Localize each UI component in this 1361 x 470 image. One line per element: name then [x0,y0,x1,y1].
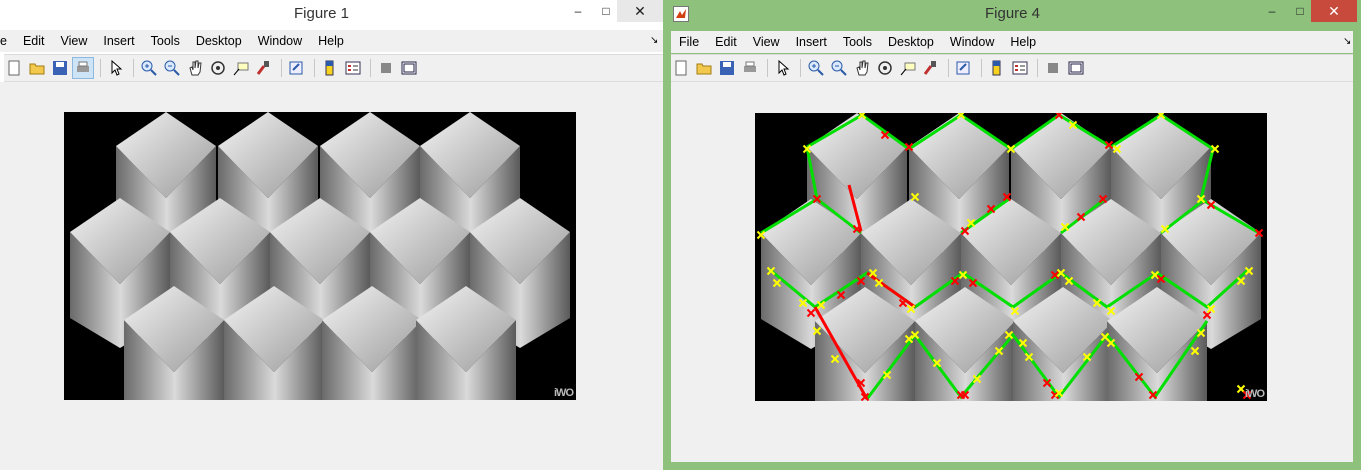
menu-insert[interactable]: Insert [95,34,142,48]
show-plot-tools-icon[interactable] [399,58,419,78]
window-title: Figure 1 [294,5,350,22]
menu-view[interactable]: View [745,35,788,49]
menu-edit[interactable]: Edit [15,34,53,48]
print-icon[interactable] [740,58,760,78]
menu-view[interactable]: View [53,34,96,48]
cubes-image-with-edges [756,113,1264,401]
menu-help[interactable]: Help [310,34,352,48]
menu-desktop[interactable]: Desktop [188,34,250,48]
save-icon[interactable] [717,58,737,78]
open-file-icon[interactable] [27,58,47,78]
toolbar-separator [948,59,949,77]
toolbar-separator [1037,59,1038,77]
legend-icon[interactable] [343,58,363,78]
brush-icon[interactable] [254,58,274,78]
cubes-image [70,112,570,400]
watermark-logo: iWO [554,387,574,399]
menu-file[interactable]: File [671,35,707,49]
figure-toolbar [671,54,1353,82]
figure-area: iWO [0,82,663,470]
figure-1-window: Figure 1 – □ ✕ e Edit View Insert Tools … [0,0,663,470]
title-bar[interactable]: Figure 1 – □ ✕ [0,0,663,28]
brush-icon[interactable] [921,58,941,78]
pan-icon[interactable] [852,58,872,78]
link-plot-icon[interactable] [287,58,307,78]
image-axes[interactable]: iWO [755,113,1267,401]
dock-figure-icon[interactable]: ↘ [650,35,658,46]
watermark-logo: iWO [1245,388,1265,400]
hide-plot-tools-icon[interactable] [376,58,396,78]
close-button[interactable]: ✕ [1311,0,1357,22]
rotate-3d-icon[interactable] [208,58,228,78]
dock-figure-icon[interactable]: ↘ [1343,36,1351,47]
hide-plot-tools-icon[interactable] [1043,58,1063,78]
open-file-icon[interactable] [694,58,714,78]
menu-tools[interactable]: Tools [143,34,188,48]
window-title: Figure 4 [985,5,1041,22]
corner-marker [1236,384,1246,394]
new-figure-icon[interactable] [671,58,691,78]
toolbar-separator [314,59,315,77]
zoom-out-icon[interactable] [162,58,182,78]
figure-4-window: Figure 4 – □ ✕ File Edit View Insert Too… [663,0,1361,470]
toolbar-separator [133,59,134,77]
toolbar-separator [800,59,801,77]
pointer-icon[interactable] [106,58,126,78]
image-axes[interactable]: iWO [64,112,576,400]
show-plot-tools-icon[interactable] [1066,58,1086,78]
legend-icon[interactable] [1010,58,1030,78]
toolbar-separator [981,59,982,77]
zoom-out-icon[interactable] [829,58,849,78]
rotate-3d-icon[interactable] [875,58,895,78]
menu-bar: e Edit View Insert Tools Desktop Window … [0,30,663,52]
title-bar[interactable]: Figure 4 – □ ✕ [663,0,1361,28]
toolbar-separator [370,59,371,77]
data-cursor-icon[interactable] [898,58,918,78]
menu-file[interactable]: e [0,34,15,48]
figure-area: iWO [671,82,1353,462]
save-icon[interactable] [50,58,70,78]
colorbar-icon[interactable] [320,58,340,78]
zoom-in-icon[interactable] [806,58,826,78]
figure-toolbar [4,54,663,82]
pan-icon[interactable] [185,58,205,78]
colorbar-icon[interactable] [987,58,1007,78]
matlab-icon [673,6,689,22]
menu-help[interactable]: Help [1002,35,1044,49]
new-figure-icon[interactable] [4,58,24,78]
zoom-in-icon[interactable] [139,58,159,78]
toolbar-separator [100,59,101,77]
link-plot-icon[interactable] [954,58,974,78]
menu-edit[interactable]: Edit [707,35,745,49]
menu-tools[interactable]: Tools [835,35,880,49]
toolbar-separator [281,59,282,77]
data-cursor-icon[interactable] [231,58,251,78]
menu-insert[interactable]: Insert [788,35,835,49]
menu-bar: File Edit View Insert Tools Desktop Wind… [671,31,1353,53]
menu-window[interactable]: Window [250,34,310,48]
toolbar-separator [767,59,768,77]
menu-window[interactable]: Window [942,35,1002,49]
close-button[interactable]: ✕ [617,0,663,22]
print-icon[interactable] [72,57,94,79]
pointer-icon[interactable] [773,58,793,78]
menu-desktop[interactable]: Desktop [880,35,942,49]
